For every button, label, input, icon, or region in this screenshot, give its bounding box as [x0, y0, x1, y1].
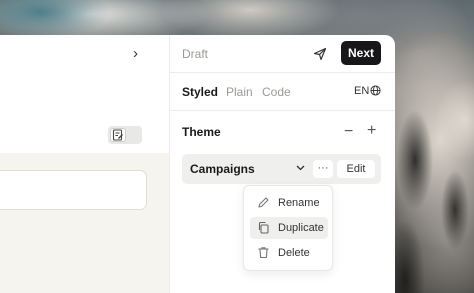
status-label: Draft	[182, 47, 209, 61]
theme-select[interactable]: Campaigns ··· Edit	[182, 154, 381, 184]
mode-toggle[interactable]	[108, 126, 142, 144]
menu-item-label: Rename	[278, 197, 320, 209]
send-icon[interactable]	[313, 47, 327, 61]
email-canvas	[0, 153, 169, 293]
language-label[interactable]: EN	[354, 85, 369, 97]
menu-item-delete[interactable]: Delete	[250, 242, 328, 264]
menu-item-duplicate[interactable]: Duplicate	[250, 217, 328, 239]
plus-icon[interactable]: +	[367, 123, 376, 139]
copy-icon	[258, 221, 269, 234]
background-trees	[395, 40, 474, 293]
minus-icon[interactable]: −	[344, 124, 353, 140]
document-edit-icon	[112, 129, 123, 141]
globe-icon[interactable]	[370, 85, 381, 96]
tab-code[interactable]: Code	[262, 85, 291, 99]
editor-window: › Draft Next Styled Plain Code EN Theme …	[0, 35, 395, 293]
theme-selected-value: Campaigns	[190, 162, 255, 176]
menu-item-label: Duplicate	[278, 222, 324, 234]
next-button[interactable]: Next	[341, 41, 381, 65]
tab-plain[interactable]: Plain	[226, 85, 253, 99]
more-options-button[interactable]: ···	[313, 160, 333, 178]
theme-context-menu: Rename Duplicate Delete	[243, 185, 333, 271]
edit-button[interactable]: Edit	[337, 160, 375, 178]
menu-item-rename[interactable]: Rename	[250, 192, 328, 214]
menu-item-label: Delete	[278, 247, 310, 259]
canvas-text-block[interactable]	[0, 170, 147, 210]
pencil-icon	[258, 197, 269, 208]
tab-styled[interactable]: Styled	[182, 85, 218, 99]
settings-header: Draft Next	[170, 35, 395, 73]
format-tabs: Styled Plain Code EN	[170, 73, 395, 111]
chevron-right-icon[interactable]: ›	[133, 46, 145, 61]
chevron-down-icon[interactable]	[296, 165, 305, 171]
trash-icon	[258, 247, 269, 259]
left-pane: ›	[0, 35, 170, 293]
theme-heading: Theme	[182, 125, 221, 139]
